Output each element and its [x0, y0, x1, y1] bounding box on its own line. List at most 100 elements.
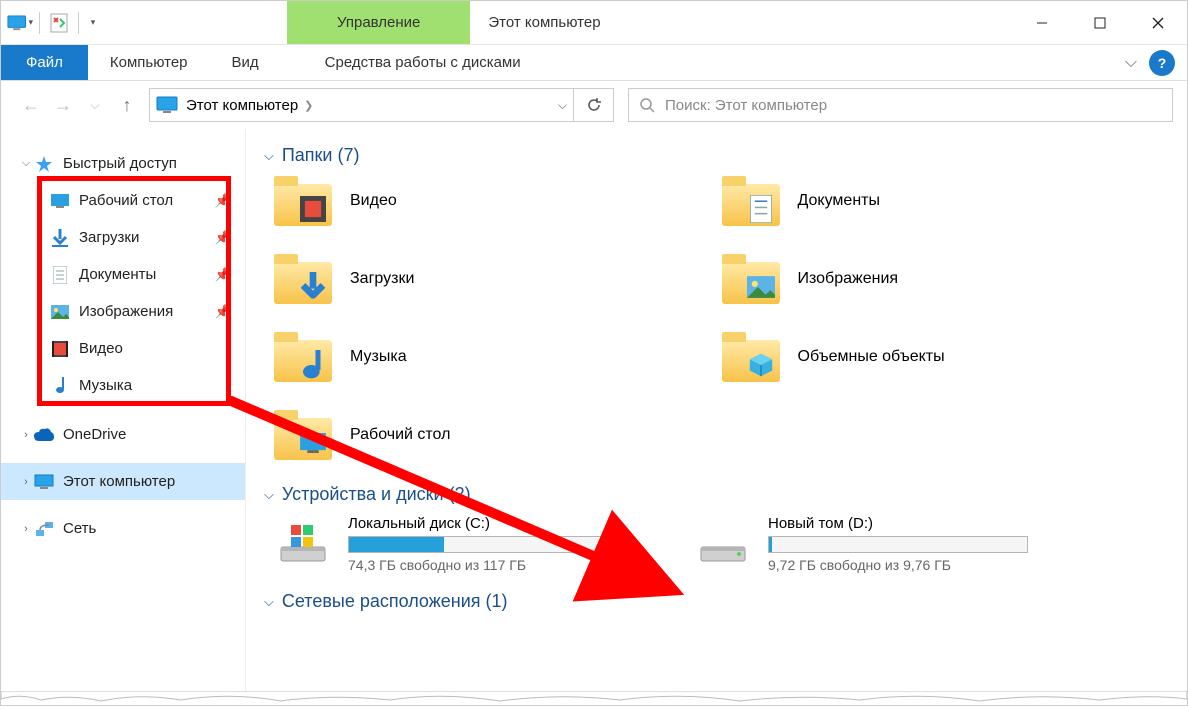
cube-icon	[746, 350, 776, 380]
section-header-label: Устройства и диски (2)	[282, 484, 471, 505]
sidebar-item-music[interactable]: Музыка	[1, 367, 245, 404]
forward-button[interactable]: →	[47, 89, 79, 121]
sidebar-item-this-pc[interactable]: › Этот компьютер	[1, 463, 245, 500]
folder-label: Объемные объекты	[798, 348, 945, 366]
chevron-right-icon[interactable]: ›	[19, 476, 33, 488]
back-button[interactable]: ←	[15, 89, 47, 121]
folder-label: Рабочий стол	[350, 426, 450, 444]
folder-label: Изображения	[798, 270, 899, 288]
chevron-down-icon: ⌵	[264, 487, 274, 503]
chevron-down-icon: ⌵	[264, 594, 274, 610]
sidebar-item-documents[interactable]: Документы 📌	[1, 256, 245, 293]
videos-icon	[298, 194, 328, 224]
drive-tools-contextual-tab: Управление	[287, 1, 470, 44]
sidebar-item-label: Сеть	[63, 520, 96, 537]
navigation-pane: ⌵ Быстрый доступ Рабочий стол 📌 Загрузки…	[1, 129, 246, 705]
sidebar-item-label: Этот компьютер	[63, 473, 175, 490]
quick-access-toolbar: ▾ ▾	[1, 1, 105, 44]
tab-drive-tools[interactable]: Средства работы с дисками	[303, 45, 543, 80]
sidebar-item-pictures[interactable]: Изображения 📌	[1, 293, 245, 330]
folder-videos[interactable]: Видео	[274, 176, 722, 226]
navigation-bar: ← → ⌵ ↑ Этот компьютер ❯ ⌵ Поиск: Этот к…	[1, 81, 1187, 129]
sidebar-item-onedrive[interactable]: › OneDrive	[1, 416, 245, 453]
chevron-right-icon[interactable]: ›	[19, 429, 33, 441]
folder-label: Музыка	[350, 348, 407, 366]
section-header-folders[interactable]: ⌵ Папки (7)	[264, 145, 1169, 166]
sidebar-item-label: Видео	[79, 340, 123, 357]
help-button[interactable]: ?	[1149, 50, 1175, 76]
pictures-icon	[746, 272, 776, 302]
close-button[interactable]	[1129, 1, 1187, 45]
ribbon-expand-button[interactable]: ⌵	[1117, 45, 1145, 80]
search-box[interactable]: Поиск: Этот компьютер	[628, 88, 1173, 122]
folder-label: Видео	[350, 192, 397, 210]
drive-d[interactable]: Новый том (D:) 9,72 ГБ свободно из 9,76 …	[694, 515, 1054, 573]
sidebar-item-network[interactable]: › Сеть	[1, 510, 245, 547]
folder-music[interactable]: Музыка	[274, 332, 722, 382]
folder-3d-objects[interactable]: Объемные объекты	[722, 332, 1170, 382]
sidebar-item-downloads[interactable]: Загрузки 📌	[1, 219, 245, 256]
chevron-down-icon[interactable]: ▾	[28, 17, 33, 28]
folder-pictures[interactable]: Изображения	[722, 254, 1170, 304]
maximize-button[interactable]	[1071, 1, 1129, 45]
window-controls	[1013, 1, 1187, 44]
downloads-icon	[49, 228, 71, 248]
ribbon-tabs: Файл Компьютер Вид Средства работы с дис…	[1, 45, 1187, 81]
desktop-icon	[49, 191, 71, 211]
search-placeholder: Поиск: Этот компьютер	[665, 97, 827, 114]
drive-capacity-bar	[768, 536, 1028, 553]
qat-customize-icon[interactable]: ▾	[85, 10, 99, 36]
this-pc-icon	[156, 96, 178, 114]
network-icon	[33, 519, 55, 539]
torn-edge	[1, 691, 1187, 705]
pin-icon: 📌	[215, 230, 231, 246]
sidebar-item-label: Загрузки	[79, 229, 139, 246]
tab-view[interactable]: Вид	[210, 45, 281, 80]
documents-icon	[746, 194, 776, 224]
address-text: Этот компьютер	[186, 97, 298, 114]
tab-computer[interactable]: Компьютер	[88, 45, 210, 80]
pin-icon: 📌	[215, 193, 231, 209]
pin-icon: 📌	[215, 304, 231, 320]
documents-icon	[49, 265, 71, 285]
up-button[interactable]: ↑	[111, 89, 143, 121]
drive-free-text: 74,3 ГБ свободно из 117 ГБ	[348, 557, 634, 573]
drive-icon	[694, 515, 752, 565]
drive-capacity-bar	[348, 536, 608, 553]
tab-file[interactable]: Файл	[1, 45, 88, 80]
sidebar-item-label: Музыка	[79, 377, 132, 394]
folder-downloads[interactable]: Загрузки	[274, 254, 722, 304]
address-dropdown-icon[interactable]: ⌵	[558, 98, 567, 113]
quick-access-icon	[33, 154, 55, 174]
properties-icon[interactable]	[46, 10, 72, 36]
chevron-right-icon[interactable]: ›	[19, 523, 33, 535]
pin-icon: 📌	[215, 267, 231, 283]
folder-desktop[interactable]: Рабочий стол	[274, 410, 722, 460]
sidebar-item-quick-access[interactable]: ⌵ Быстрый доступ	[1, 145, 245, 182]
section-header-devices[interactable]: ⌵ Устройства и диски (2)	[264, 484, 1169, 505]
chevron-down-icon[interactable]: ⌵	[19, 157, 33, 170]
desktop-icon	[298, 428, 328, 458]
contextual-tab-label: Управление	[337, 14, 420, 31]
pictures-icon	[49, 302, 71, 322]
this-pc-icon	[33, 472, 55, 492]
sidebar-item-desktop[interactable]: Рабочий стол 📌	[1, 182, 245, 219]
recent-locations-button[interactable]: ⌵	[79, 89, 111, 121]
chevron-right-icon[interactable]: ❯	[304, 99, 313, 112]
minimize-button[interactable]	[1013, 1, 1071, 45]
address-bar[interactable]: Этот компьютер ❯ ⌵	[149, 88, 574, 122]
folder-label: Загрузки	[350, 270, 414, 288]
sidebar-item-label: Рабочий стол	[79, 192, 173, 209]
folder-label: Документы	[798, 192, 880, 210]
drive-name: Локальный диск (C:)	[348, 515, 634, 532]
section-header-label: Папки (7)	[282, 145, 360, 166]
refresh-button[interactable]	[574, 88, 614, 122]
drive-name: Новый том (D:)	[768, 515, 1054, 532]
drive-c[interactable]: Локальный диск (C:) 74,3 ГБ свободно из …	[274, 515, 634, 573]
sidebar-item-videos[interactable]: Видео	[1, 330, 245, 367]
window-title: Этот компьютер	[488, 1, 600, 44]
section-header-network-locations[interactable]: ⌵ Сетевые расположения (1)	[264, 591, 1169, 612]
videos-icon	[49, 339, 71, 359]
this-pc-icon[interactable]: ▾	[7, 10, 33, 36]
folder-documents[interactable]: Документы	[722, 176, 1170, 226]
